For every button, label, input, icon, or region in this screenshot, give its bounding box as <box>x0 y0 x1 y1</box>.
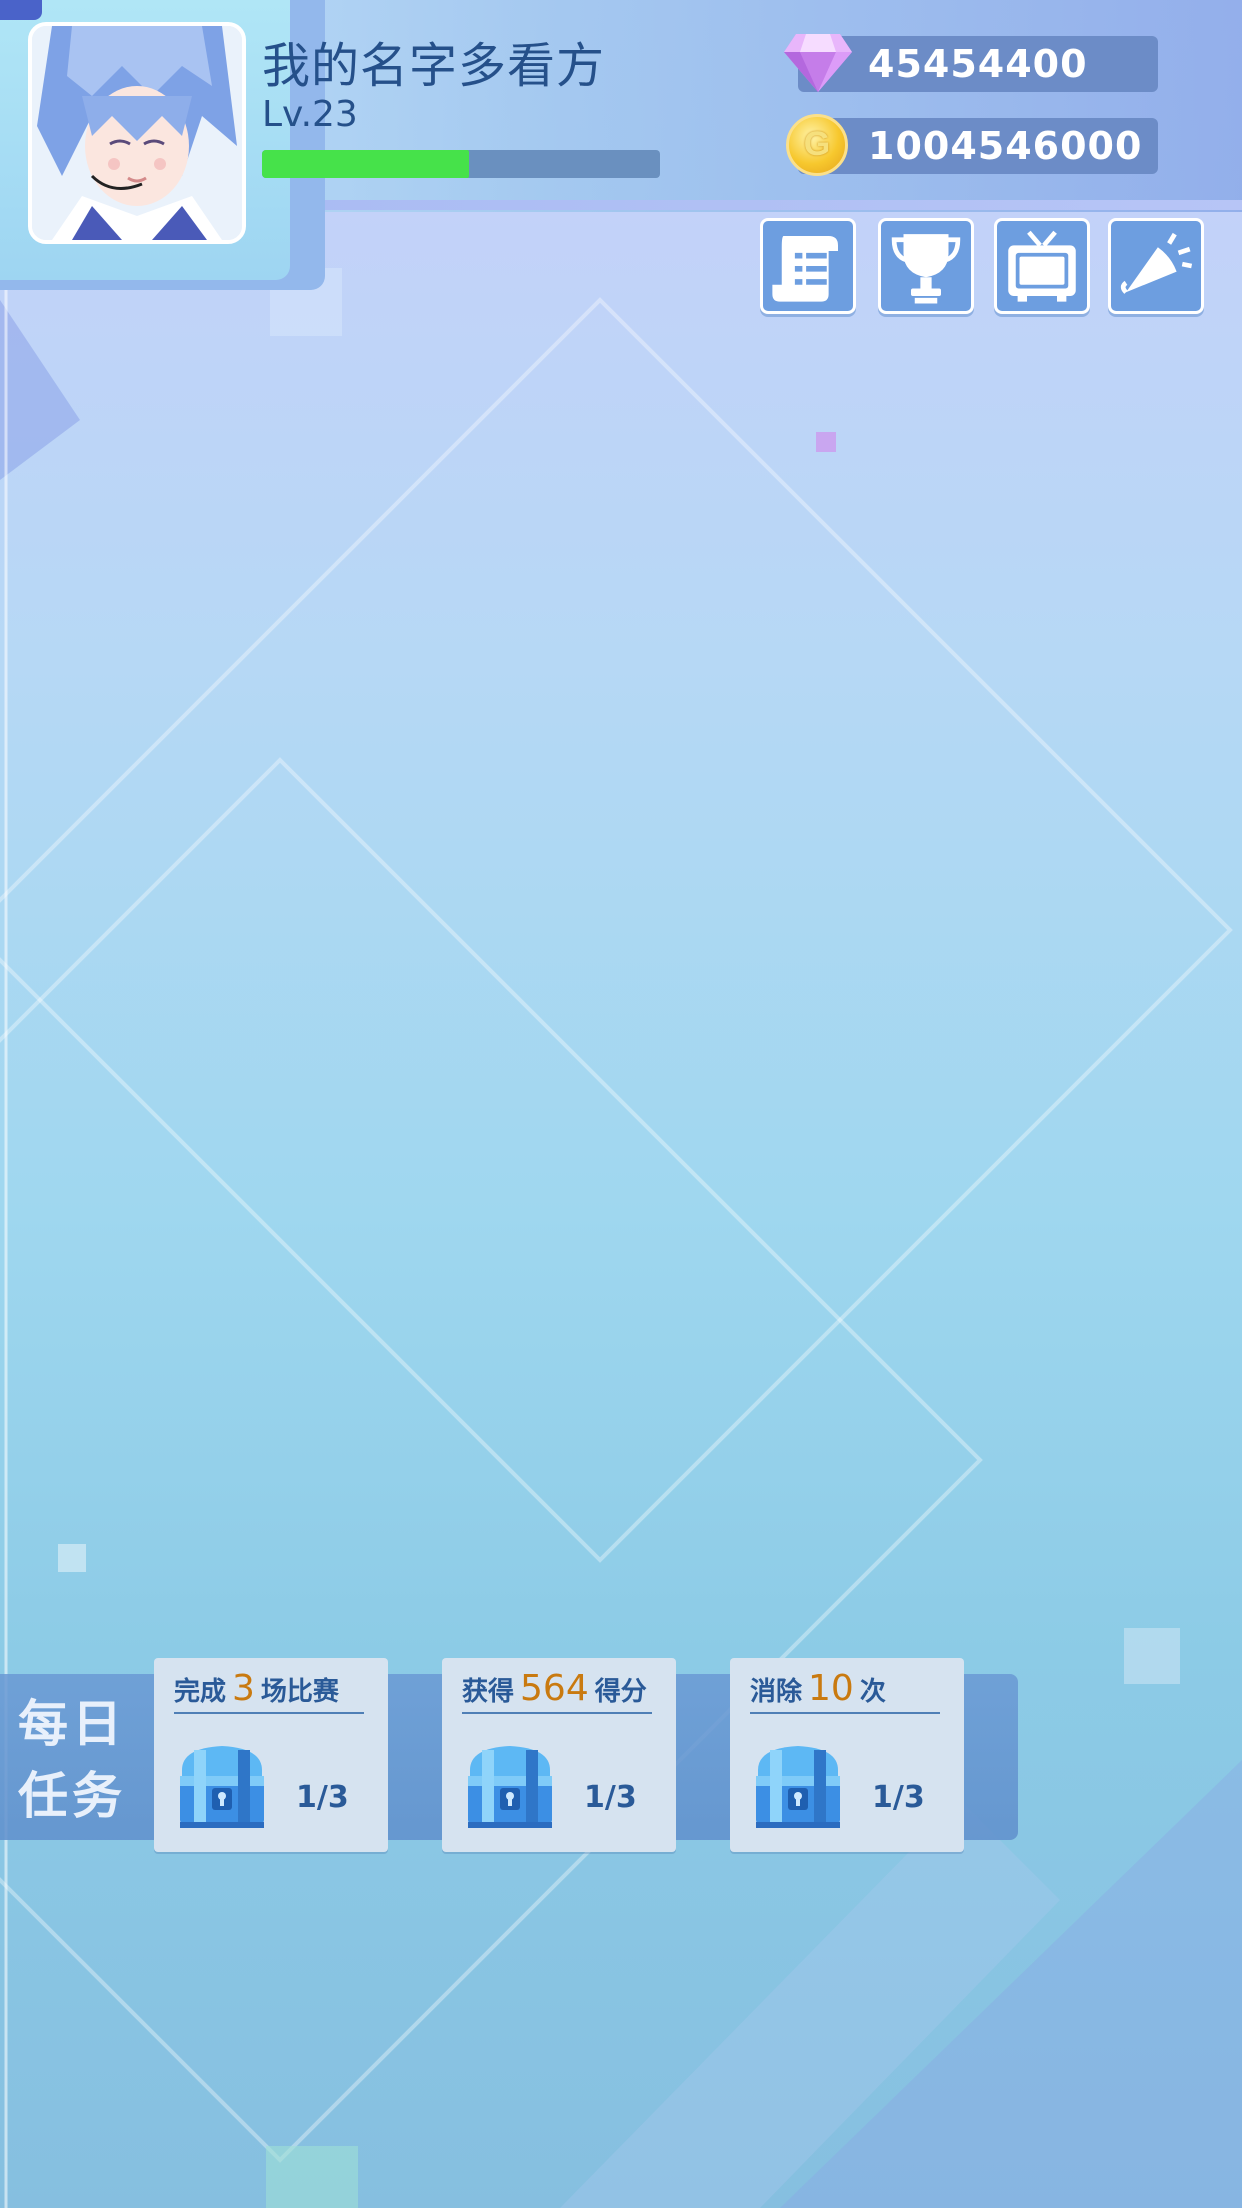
task-target-number: 10 <box>808 1668 854 1709</box>
daily-tasks-label-line2: 任务 <box>18 1767 126 1825</box>
diamond-icon <box>782 28 854 96</box>
coins-value: 1004546000 <box>868 124 1143 168</box>
daily-task-card[interactable]: 获得 564 得分 1/3 <box>442 1658 676 1852</box>
task-title: 获得 564 得分 <box>462 1668 652 1714</box>
gems-value: 45454400 <box>868 42 1088 86</box>
avatar-corner <box>0 0 42 20</box>
xp-bar <box>262 150 660 178</box>
daily-tasks-label: 每日 任务 <box>18 1688 128 1832</box>
xp-bar-fill <box>262 150 469 178</box>
treasure-chest-icon[interactable] <box>748 1740 848 1832</box>
task-title: 消除 10 次 <box>750 1668 940 1714</box>
daily-task-card[interactable]: 完成 3 场比赛 1/3 <box>154 1658 388 1852</box>
task-title: 完成 3 场比赛 <box>174 1668 364 1714</box>
announcement-button[interactable] <box>1108 218 1204 314</box>
task-progress: 1/3 <box>872 1780 925 1815</box>
tasks-button[interactable] <box>760 218 856 314</box>
trophy-button[interactable] <box>878 218 974 314</box>
gold-coin-icon: G <box>786 114 848 176</box>
background-decoration <box>0 0 1242 2208</box>
tasks-scroll-icon <box>772 236 838 302</box>
treasure-chest-icon[interactable] <box>460 1740 560 1832</box>
coin-symbol: G <box>803 125 831 163</box>
trophy-icon <box>891 234 961 304</box>
task-title-prefix: 获得 <box>462 1677 515 1707</box>
task-target-number: 564 <box>520 1668 589 1709</box>
tv-button[interactable] <box>994 218 1090 314</box>
daily-task-card[interactable]: 消除 10 次 1/3 <box>730 1658 964 1852</box>
task-progress: 1/3 <box>584 1780 637 1815</box>
task-title-suffix: 次 <box>859 1677 886 1707</box>
task-title-prefix: 消除 <box>750 1677 803 1707</box>
task-title-prefix: 完成 <box>174 1677 227 1707</box>
task-progress: 1/3 <box>296 1780 349 1815</box>
tv-icon <box>1008 230 1076 302</box>
player-avatar[interactable] <box>28 22 246 244</box>
megaphone-icon <box>1120 232 1193 294</box>
coins-counter[interactable]: 1004546000 <box>798 118 1158 174</box>
task-title-suffix: 得分 <box>594 1677 647 1707</box>
daily-tasks-label-line1: 每日 <box>18 1695 126 1753</box>
task-title-suffix: 场比赛 <box>260 1677 339 1707</box>
player-name: 我的名字多看方 <box>262 38 606 94</box>
treasure-chest-icon[interactable] <box>172 1740 272 1832</box>
task-target-number: 3 <box>232 1668 255 1709</box>
player-level: Lv.23 <box>262 94 358 135</box>
